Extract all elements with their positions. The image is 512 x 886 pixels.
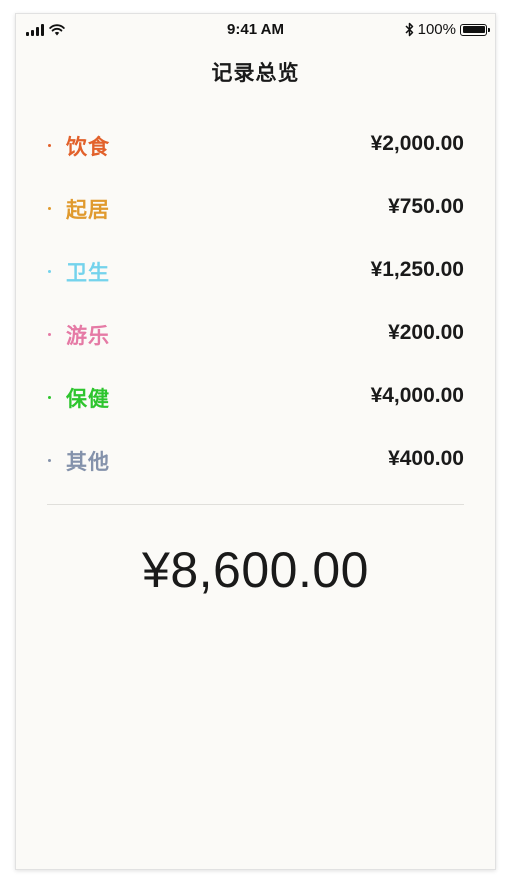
divider: [47, 504, 464, 505]
category-label: 游乐: [66, 325, 110, 348]
list-item[interactable]: 保健 ¥4,000.00: [48, 366, 464, 429]
category-amount: ¥400.00: [388, 447, 464, 470]
total-amount: ¥8,600.00: [142, 542, 369, 598]
category-amount: ¥2,000.00: [370, 132, 464, 155]
battery-icon: [460, 23, 490, 36]
page-title: 记录总览: [211, 62, 300, 85]
category-dot: [48, 459, 51, 462]
category-label: 保健: [66, 388, 110, 411]
battery-percent: 100%: [417, 21, 456, 38]
list-item[interactable]: 其他 ¥400.00: [48, 429, 464, 492]
category-label: 起居: [66, 199, 110, 222]
category-label: 饮食: [66, 136, 110, 159]
category-amount: ¥200.00: [388, 321, 464, 344]
category-label: 其他: [66, 451, 110, 474]
category-dot: [48, 207, 51, 210]
status-right: 100%: [405, 21, 490, 38]
category-label: 卫生: [66, 262, 110, 285]
category-dot: [48, 144, 51, 147]
phone-screen: 9:41 AM 100% 记录总览 饮食 ¥2,000.00 起居 ¥750.0…: [15, 13, 496, 870]
list-item[interactable]: 饮食 ¥2,000.00: [48, 114, 464, 177]
category-dot: [48, 270, 51, 273]
bluetooth-icon: [405, 22, 413, 37]
list-item[interactable]: 起居 ¥750.00: [48, 177, 464, 240]
records-list: 饮食 ¥2,000.00 起居 ¥750.00 卫生 ¥1,250.00 游乐 …: [48, 114, 464, 492]
category-dot: [48, 396, 51, 399]
category-amount: ¥1,250.00: [370, 258, 464, 281]
category-amount: ¥750.00: [388, 195, 464, 218]
list-item[interactable]: 游乐 ¥200.00: [48, 303, 464, 366]
category-dot: [48, 333, 51, 336]
list-item[interactable]: 卫生 ¥1,250.00: [48, 240, 464, 303]
category-amount: ¥4,000.00: [370, 384, 464, 407]
status-bar: 9:41 AM 100%: [16, 14, 495, 46]
